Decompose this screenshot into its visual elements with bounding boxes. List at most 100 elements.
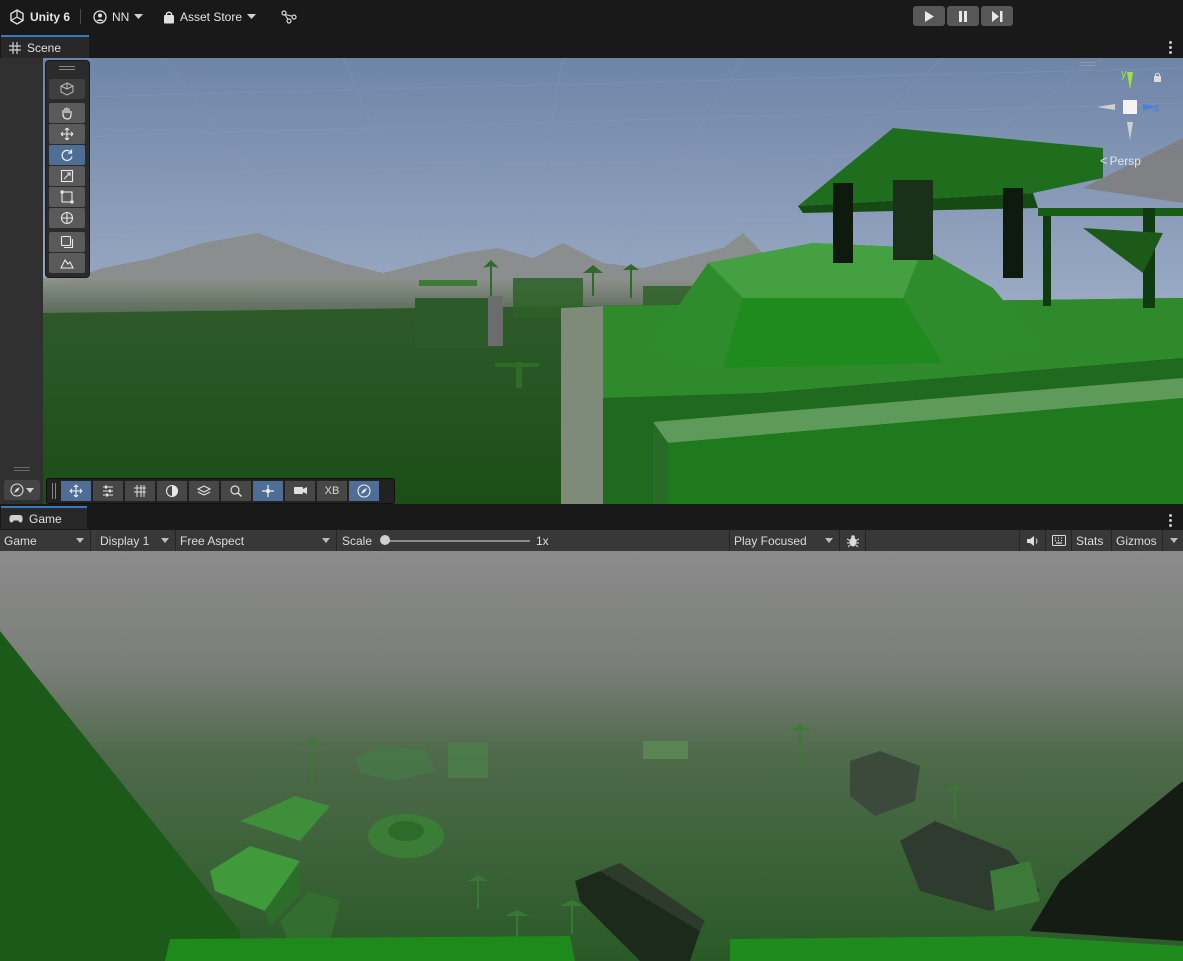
- display-dropdown[interactable]: Display 1: [96, 530, 176, 551]
- pause-button[interactable]: [947, 6, 979, 26]
- tools-drag-handle[interactable]: [59, 66, 75, 67]
- view-mode-dropdown[interactable]: Game: [0, 530, 91, 551]
- lock-icon[interactable]: [1153, 72, 1162, 82]
- overlay-toolbar-handle[interactable]: [52, 483, 53, 499]
- unity-menu[interactable]: Unity 6: [9, 8, 70, 26]
- camera-icon: [293, 487, 307, 494]
- gizmo-toggle-button[interactable]: [253, 481, 283, 501]
- scale-label: Scale: [342, 533, 373, 548]
- sliders-icon: [103, 485, 113, 497]
- version-control-icon: [281, 10, 297, 24]
- account-name: NN: [112, 10, 130, 24]
- main-toolbar: Unity 6 NN Asset Store: [0, 0, 1183, 33]
- gizmo-axis-z: z: [1154, 102, 1160, 114]
- scale-slider-thumb[interactable]: [380, 535, 390, 545]
- gizmos-dropdown[interactable]: [1163, 530, 1183, 551]
- gizmos-label: Gizmos: [1116, 533, 1157, 548]
- speaker-icon: [1026, 535, 1037, 546]
- scene-overlay-toolbar: XB: [46, 478, 395, 504]
- rect-transform-icon: [60, 190, 74, 204]
- play-mode-value: Play Focused: [734, 533, 807, 548]
- asset-store-dropdown[interactable]: Asset Store: [163, 8, 257, 26]
- stats-button[interactable]: Stats: [1072, 530, 1112, 551]
- play-mode-dropdown[interactable]: Play Focused: [730, 530, 840, 551]
- chevron-down-icon: [26, 487, 34, 493]
- overlay-drag-handle[interactable]: [1079, 62, 1095, 63]
- chevron-left-icon: <: [1100, 153, 1108, 168]
- scale-control: Scale 1x: [338, 530, 730, 551]
- scale-slider-track[interactable]: [385, 540, 530, 542]
- terrain-tool-button[interactable]: [49, 253, 85, 273]
- grid-snap-button[interactable]: [125, 481, 155, 501]
- scene-menu-button[interactable]: [1169, 41, 1173, 56]
- tab-scene-label: Scene: [27, 40, 62, 55]
- scene-viewport[interactable]: y z < Persp: [43, 58, 1183, 504]
- tab-scene[interactable]: Scene: [1, 35, 89, 58]
- xb-toggle-button[interactable]: XB: [317, 481, 347, 501]
- toolbar-spacer: [866, 530, 1020, 551]
- scene-camera-button[interactable]: [4, 480, 40, 500]
- layers-button[interactable]: [189, 481, 219, 501]
- keyboard-icon: [1051, 535, 1066, 546]
- scale-tool-button[interactable]: [49, 166, 85, 186]
- search-button[interactable]: [221, 481, 251, 501]
- hand-tool-button[interactable]: [49, 103, 85, 123]
- shading-mode-button[interactable]: [157, 481, 187, 501]
- asset-store-label: Asset Store: [180, 10, 243, 24]
- rotate-icon: [61, 149, 73, 161]
- display-value: Display 1: [100, 533, 150, 548]
- xb-toggle-label: XB: [324, 485, 340, 497]
- grid-icon: [134, 485, 146, 497]
- scene-side-strip: [0, 58, 43, 504]
- chevron-down-icon: [134, 14, 144, 19]
- move-tool-button[interactable]: [49, 124, 85, 144]
- rect-tool-button[interactable]: [49, 187, 85, 207]
- cube-icon: [60, 82, 74, 96]
- tools-overlay: [45, 60, 90, 278]
- tab-game[interactable]: Game: [1, 506, 87, 529]
- aspect-dropdown[interactable]: Free Aspect: [176, 530, 337, 551]
- pivot-settings-button[interactable]: [93, 481, 123, 501]
- rotate-tool-button[interactable]: [49, 145, 85, 165]
- keyboard-shortcuts-button[interactable]: [1046, 530, 1072, 551]
- compass-icon: [10, 483, 24, 497]
- step-button[interactable]: [981, 6, 1013, 26]
- version-control-button[interactable]: [281, 8, 297, 26]
- account-dropdown[interactable]: NN: [93, 8, 144, 26]
- gizmo-axis-y: y: [1121, 68, 1127, 80]
- scene-tab-row: Scene: [0, 33, 1183, 58]
- orientation-toggle-button[interactable]: [349, 481, 379, 501]
- gizmos-button[interactable]: Gizmos: [1112, 530, 1163, 551]
- chevron-down-icon: [322, 538, 330, 543]
- mute-audio-button[interactable]: [1020, 530, 1046, 551]
- game-menu-button[interactable]: [1169, 514, 1173, 529]
- debug-button[interactable]: [840, 530, 866, 551]
- view-tool-button[interactable]: [49, 79, 85, 99]
- scale-icon: [60, 169, 74, 183]
- compass-icon: [357, 484, 371, 498]
- play-icon: [925, 10, 934, 22]
- chevron-down-icon: [247, 14, 257, 19]
- unity-logo-icon: [10, 9, 24, 25]
- pause-icon: [959, 10, 967, 22]
- transform-tool-button[interactable]: [49, 208, 85, 228]
- drag-handle[interactable]: [14, 467, 30, 468]
- camera-settings-button[interactable]: [285, 481, 315, 501]
- toolbar-divider: [80, 9, 81, 24]
- scale-value: 1x: [536, 534, 549, 548]
- snap-move-button[interactable]: [61, 481, 91, 501]
- game-viewport[interactable]: [0, 551, 1183, 961]
- game-toolbar: Game Display 1 Free Aspect Scale 1x Play…: [0, 530, 1183, 552]
- app-title: Unity 6: [30, 10, 71, 24]
- projection-toggle[interactable]: < Persp: [1100, 153, 1141, 168]
- custom-tool-button[interactable]: [49, 232, 85, 252]
- game-tab-row: Game: [0, 504, 1183, 530]
- account-icon: [93, 10, 107, 24]
- aspect-value: Free Aspect: [180, 533, 245, 548]
- chevron-down-icon: [76, 538, 84, 543]
- terrain-icon: [60, 258, 74, 269]
- play-button[interactable]: [913, 6, 945, 26]
- chevron-down-icon: [825, 538, 833, 543]
- scene-grid-icon: [9, 41, 21, 54]
- game-render: [0, 551, 1183, 961]
